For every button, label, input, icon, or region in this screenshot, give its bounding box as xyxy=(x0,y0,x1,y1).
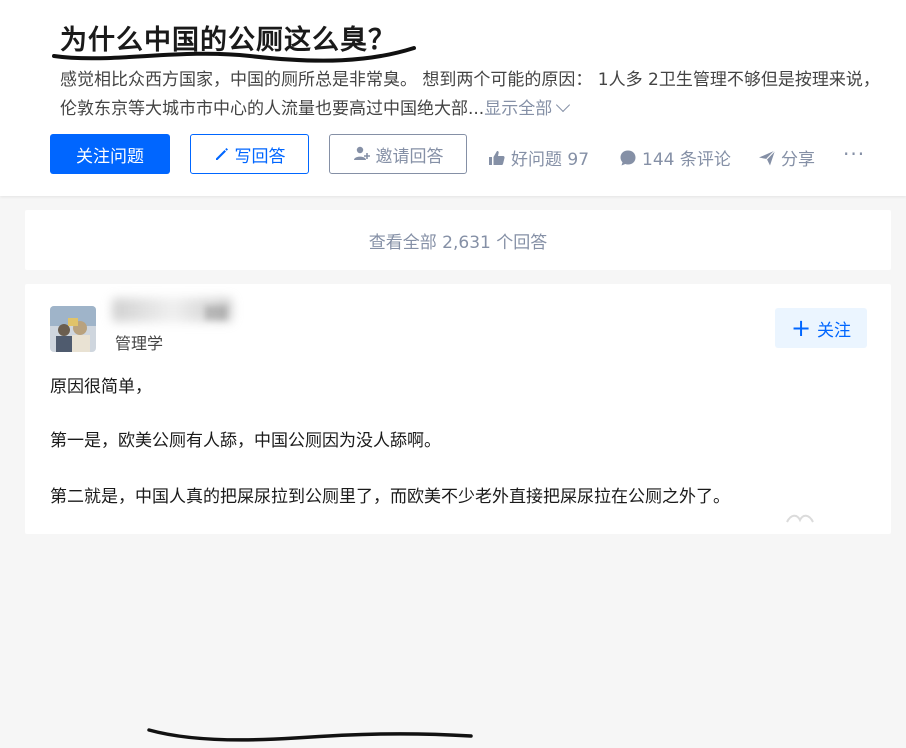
view-all-answers-link[interactable]: 查看全部 2,631 个回答 xyxy=(25,210,891,270)
excerpt-text: 感觉相比众西方国家，中国的厕所总是非常臭。 想到两个可能的原因： 1人多 2卫生… xyxy=(60,70,880,119)
invite-answer-button[interactable]: 邀请回答 xyxy=(329,134,467,174)
show-all-link[interactable]: 显示全部 xyxy=(484,97,571,119)
write-answer-button[interactable]: 写回答 xyxy=(190,134,309,174)
comments-label: 144 条评论 xyxy=(642,150,731,170)
plus-icon: + xyxy=(790,314,812,342)
share-icon xyxy=(759,149,776,165)
answer-paragraph: 第一是，欧美公厕有人舔，中国公厕因为没人舔啊。 xyxy=(50,431,441,451)
comment-icon xyxy=(620,150,636,165)
answer-paragraph: 原因很简单， xyxy=(50,377,152,397)
share-label: 分享 xyxy=(781,150,815,170)
write-answer-label: 写回答 xyxy=(234,146,286,167)
author-headline: 管理学 xyxy=(115,334,164,353)
thumbs-up-icon xyxy=(489,150,505,165)
view-all-answers-label: 查看全部 2,631 个回答 xyxy=(368,232,548,253)
follow-question-label: 关注问题 xyxy=(76,146,144,167)
author-name-redacted-tail xyxy=(205,306,227,320)
upvote-question-button[interactable]: 好问题 97 xyxy=(488,145,589,170)
watermark-icon xyxy=(786,514,814,523)
show-all-label[interactable]: 显示全部 xyxy=(484,99,552,119)
avatar-image xyxy=(50,306,96,352)
comments-button[interactable]: 144 条评论 xyxy=(619,145,731,170)
chevron-down-icon xyxy=(556,97,571,113)
more-options-icon[interactable]: ··· xyxy=(843,142,865,166)
invite-answer-label: 邀请回答 xyxy=(375,146,444,167)
answer-card: 管理学 + 关注 原因很简单， 第一是，欧美公厕有人舔，中国公厕因为没人舔啊。 … xyxy=(25,284,891,742)
question-excerpt: 感觉相比众西方国家，中国的厕所总是非常臭。 想到两个可能的原因： 1人多 2卫生… xyxy=(60,66,890,124)
share-button[interactable]: 分享 xyxy=(758,145,815,170)
upvote-label: 好问题 97 xyxy=(511,150,590,170)
handwritten-underline-answer xyxy=(147,728,473,742)
avatar[interactable] xyxy=(50,306,96,352)
pencil-icon xyxy=(215,148,228,160)
invite-user-icon xyxy=(353,146,370,160)
question-header: 为什么中国的公厕这么臭？ 感觉相比众西方国家，中国的厕所总是非常臭。 想到两个可… xyxy=(0,0,906,196)
follow-question-button[interactable]: 关注问题 xyxy=(50,134,170,174)
answer-paragraph: 第二就是，中国人真的把屎尿拉到公厕里了，而欧美不少老外直接把屎尿拉在公厕之外了。 xyxy=(50,487,730,507)
follow-author-label: 关注 xyxy=(817,320,852,341)
follow-author-button[interactable]: + 关注 xyxy=(775,308,867,348)
question-title[interactable]: 为什么中国的公厕这么臭？ xyxy=(60,18,396,57)
